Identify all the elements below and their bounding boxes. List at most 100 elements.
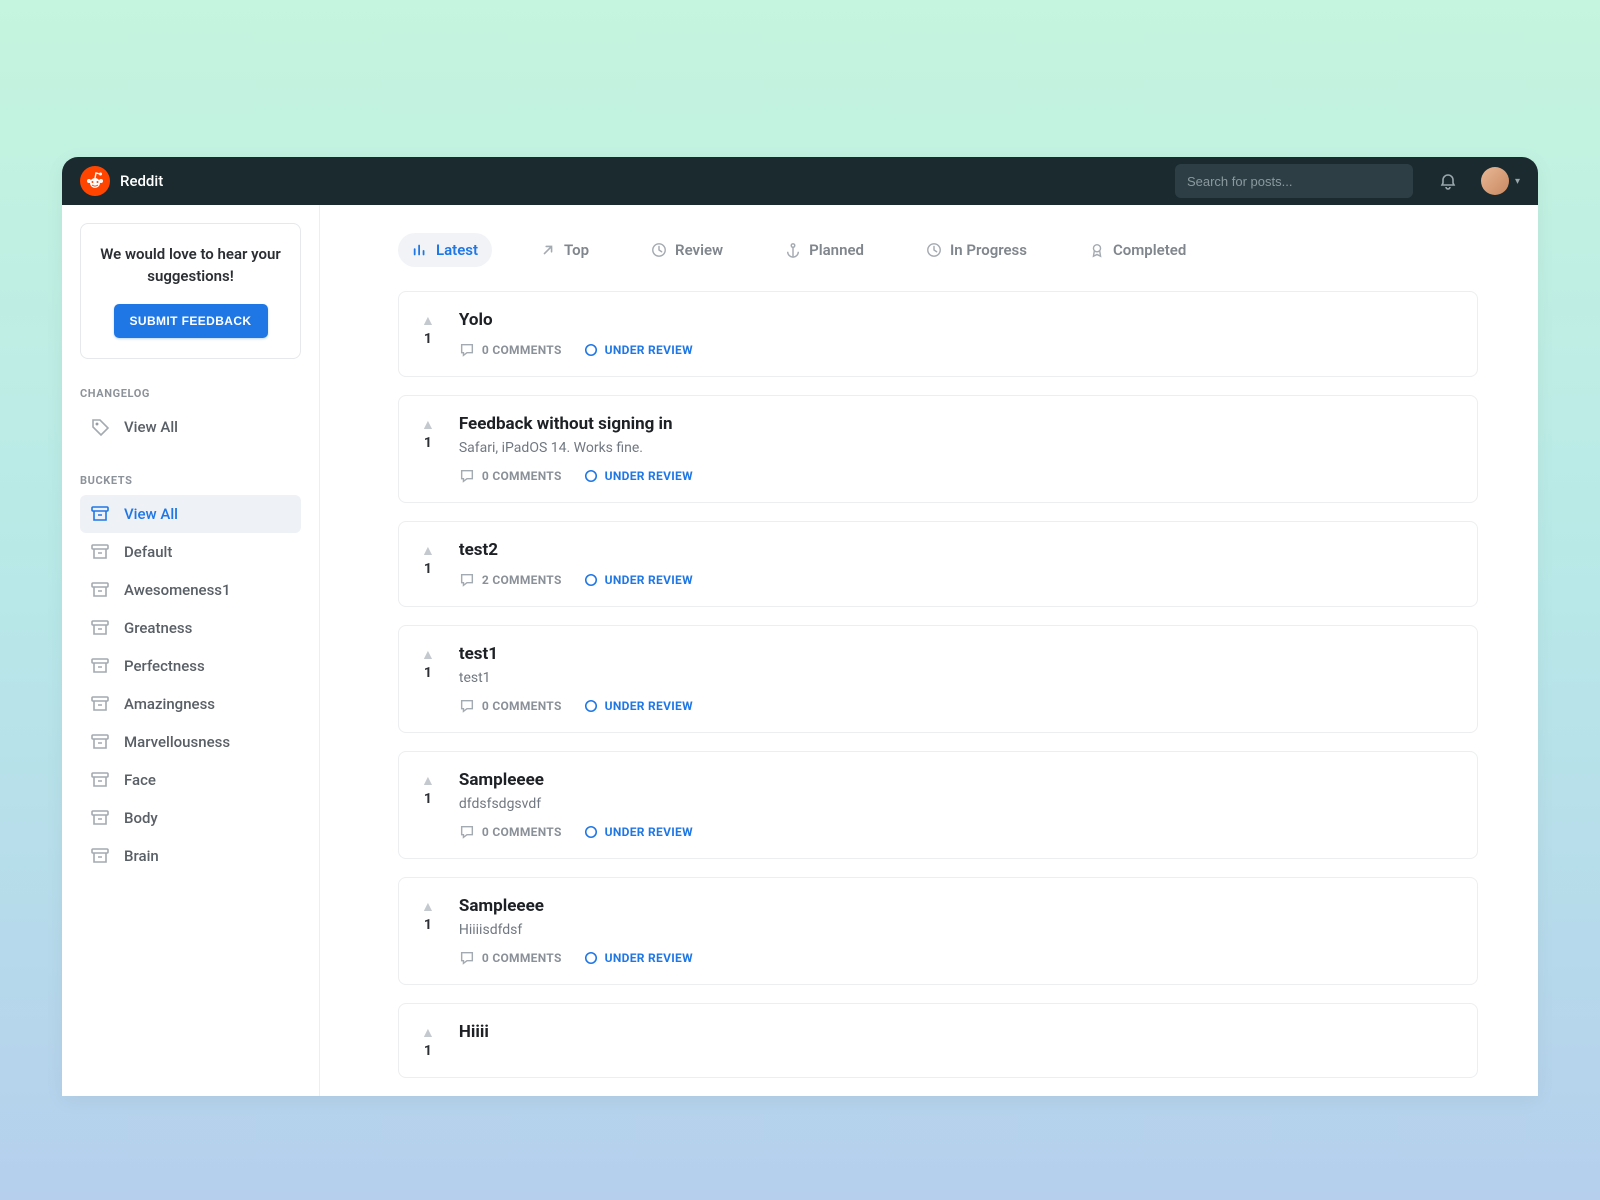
post-card[interactable]: ▲ 1 Yolo 0 COMMENTS UNDER REVIEW <box>398 291 1478 377</box>
clock-icon <box>926 242 942 258</box>
sidebar-bucket-item[interactable]: Greatness <box>80 609 301 647</box>
post-title: Feedback without signing in <box>459 414 1455 434</box>
anchor-icon <box>785 242 801 258</box>
sidebar-bucket-item[interactable]: View All <box>80 495 301 533</box>
notifications-bell-icon[interactable] <box>1439 172 1457 190</box>
tab-label: Top <box>564 241 589 259</box>
sidebar-bucket-item[interactable]: Brain <box>80 837 301 875</box>
nav-item-label: Brain <box>124 847 159 865</box>
tab-label: Planned <box>809 241 864 259</box>
post-body: test1 <box>459 670 1455 686</box>
filter-tab[interactable]: Planned <box>771 233 878 267</box>
post-comments[interactable]: 0 COMMENTS <box>459 342 562 358</box>
filter-tab[interactable]: In Progress <box>912 233 1041 267</box>
post-comments[interactable]: 2 COMMENTS <box>459 572 562 588</box>
post-card[interactable]: ▲ 1 Hiiii <box>398 1003 1478 1078</box>
post-title: test2 <box>459 540 1455 560</box>
upvote-icon[interactable]: ▲ <box>421 898 435 915</box>
post-card[interactable]: ▲ 1 test2 2 COMMENTS UNDER REVIEW <box>398 521 1478 607</box>
comment-icon <box>459 950 475 966</box>
tab-label: Completed <box>1113 241 1186 259</box>
upvote-icon[interactable]: ▲ <box>421 542 435 559</box>
vote-control[interactable]: ▲ 1 <box>421 310 435 358</box>
comment-icon <box>459 698 475 714</box>
vote-control[interactable]: ▲ 1 <box>421 770 435 840</box>
filter-tab[interactable]: Top <box>526 233 603 267</box>
upvote-icon[interactable]: ▲ <box>421 416 435 433</box>
sidebar-bucket-item[interactable]: Default <box>80 533 301 571</box>
post-body: dfdsfsdgsvdf <box>459 796 1455 812</box>
vote-count: 1 <box>424 561 432 577</box>
post-comments[interactable]: 0 COMMENTS <box>459 950 562 966</box>
bar-chart-icon <box>412 242 428 258</box>
post-title: Sampleeee <box>459 770 1455 790</box>
filter-tab[interactable]: Completed <box>1075 233 1200 267</box>
changelog-view-all[interactable]: View All <box>80 408 301 446</box>
avatar[interactable] <box>1481 167 1509 195</box>
post-card[interactable]: ▲ 1 Sampleeee dfdsfsdgsvdf 0 COMMENTS UN… <box>398 751 1478 859</box>
upvote-icon[interactable]: ▲ <box>421 1024 435 1041</box>
nav-item-label: Greatness <box>124 619 192 637</box>
post-status: UNDER REVIEW <box>584 343 693 357</box>
vote-control[interactable]: ▲ 1 <box>421 1022 435 1059</box>
chevron-down-icon[interactable]: ▾ <box>1515 176 1520 187</box>
comment-icon <box>459 572 475 588</box>
sidebar-bucket-item[interactable]: Body <box>80 799 301 837</box>
brand-name: Reddit <box>120 172 163 190</box>
nav-item-label: Face <box>124 771 156 789</box>
comment-icon <box>459 342 475 358</box>
feedback-prompt: We would love to hear your suggestions! <box>97 244 284 288</box>
topbar: Reddit ▾ <box>62 157 1538 205</box>
search-box[interactable] <box>1175 164 1413 198</box>
tab-label: Latest <box>436 241 478 259</box>
vote-control[interactable]: ▲ 1 <box>421 414 435 484</box>
vote-control[interactable]: ▲ 1 <box>421 896 435 966</box>
post-status: UNDER REVIEW <box>584 469 693 483</box>
vote-count: 1 <box>424 1043 432 1059</box>
post-card[interactable]: ▲ 1 test1 test1 0 COMMENTS UNDER REVIEW <box>398 625 1478 733</box>
vote-count: 1 <box>424 665 432 681</box>
vote-count: 1 <box>424 791 432 807</box>
search-input[interactable] <box>1187 174 1401 189</box>
archive-icon <box>90 846 110 866</box>
status-circle-icon <box>584 951 598 965</box>
sidebar-bucket-item[interactable]: Awesomeness1 <box>80 571 301 609</box>
tab-label: In Progress <box>950 241 1027 259</box>
sidebar: We would love to hear your suggestions! … <box>62 205 320 1096</box>
changelog-section-label: CHANGELOG <box>80 387 301 400</box>
upvote-icon[interactable]: ▲ <box>421 772 435 789</box>
filter-tab[interactable]: Latest <box>398 233 492 267</box>
vote-control[interactable]: ▲ 1 <box>421 644 435 714</box>
filter-tab[interactable]: Review <box>637 233 737 267</box>
buckets-section-label: BUCKETS <box>80 474 301 487</box>
sidebar-bucket-item[interactable]: Marvellousness <box>80 723 301 761</box>
upvote-icon[interactable]: ▲ <box>421 312 435 329</box>
brand[interactable]: Reddit <box>80 166 163 196</box>
nav-item-label: Awesomeness1 <box>124 581 231 599</box>
post-comments[interactable]: 0 COMMENTS <box>459 824 562 840</box>
comment-icon <box>459 824 475 840</box>
post-card[interactable]: ▲ 1 Feedback without signing in Safari, … <box>398 395 1478 503</box>
archive-icon <box>90 808 110 828</box>
post-title: Yolo <box>459 310 1455 330</box>
app-window: Reddit ▾ We would love to hear your sugg… <box>62 157 1538 1096</box>
feedback-card: We would love to hear your suggestions! … <box>80 223 301 359</box>
post-comments[interactable]: 0 COMMENTS <box>459 468 562 484</box>
post-title: test1 <box>459 644 1455 664</box>
sidebar-bucket-item[interactable]: Amazingness <box>80 685 301 723</box>
upvote-icon[interactable]: ▲ <box>421 646 435 663</box>
vote-control[interactable]: ▲ 1 <box>421 540 435 588</box>
sidebar-bucket-item[interactable]: Face <box>80 761 301 799</box>
post-status: UNDER REVIEW <box>584 825 693 839</box>
sidebar-bucket-item[interactable]: Perfectness <box>80 647 301 685</box>
post-status: UNDER REVIEW <box>584 699 693 713</box>
vote-count: 1 <box>424 435 432 451</box>
nav-item-label: Perfectness <box>124 657 205 675</box>
main-content: Latest Top Review Planned In Progress Co… <box>320 205 1538 1096</box>
award-icon <box>1089 242 1105 258</box>
post-comments[interactable]: 0 COMMENTS <box>459 698 562 714</box>
submit-feedback-button[interactable]: SUBMIT FEEDBACK <box>114 304 268 338</box>
archive-icon <box>90 580 110 600</box>
nav-item-label: Amazingness <box>124 695 215 713</box>
post-card[interactable]: ▲ 1 Sampleeee Hiiiisdfdsf 0 COMMENTS UND… <box>398 877 1478 985</box>
